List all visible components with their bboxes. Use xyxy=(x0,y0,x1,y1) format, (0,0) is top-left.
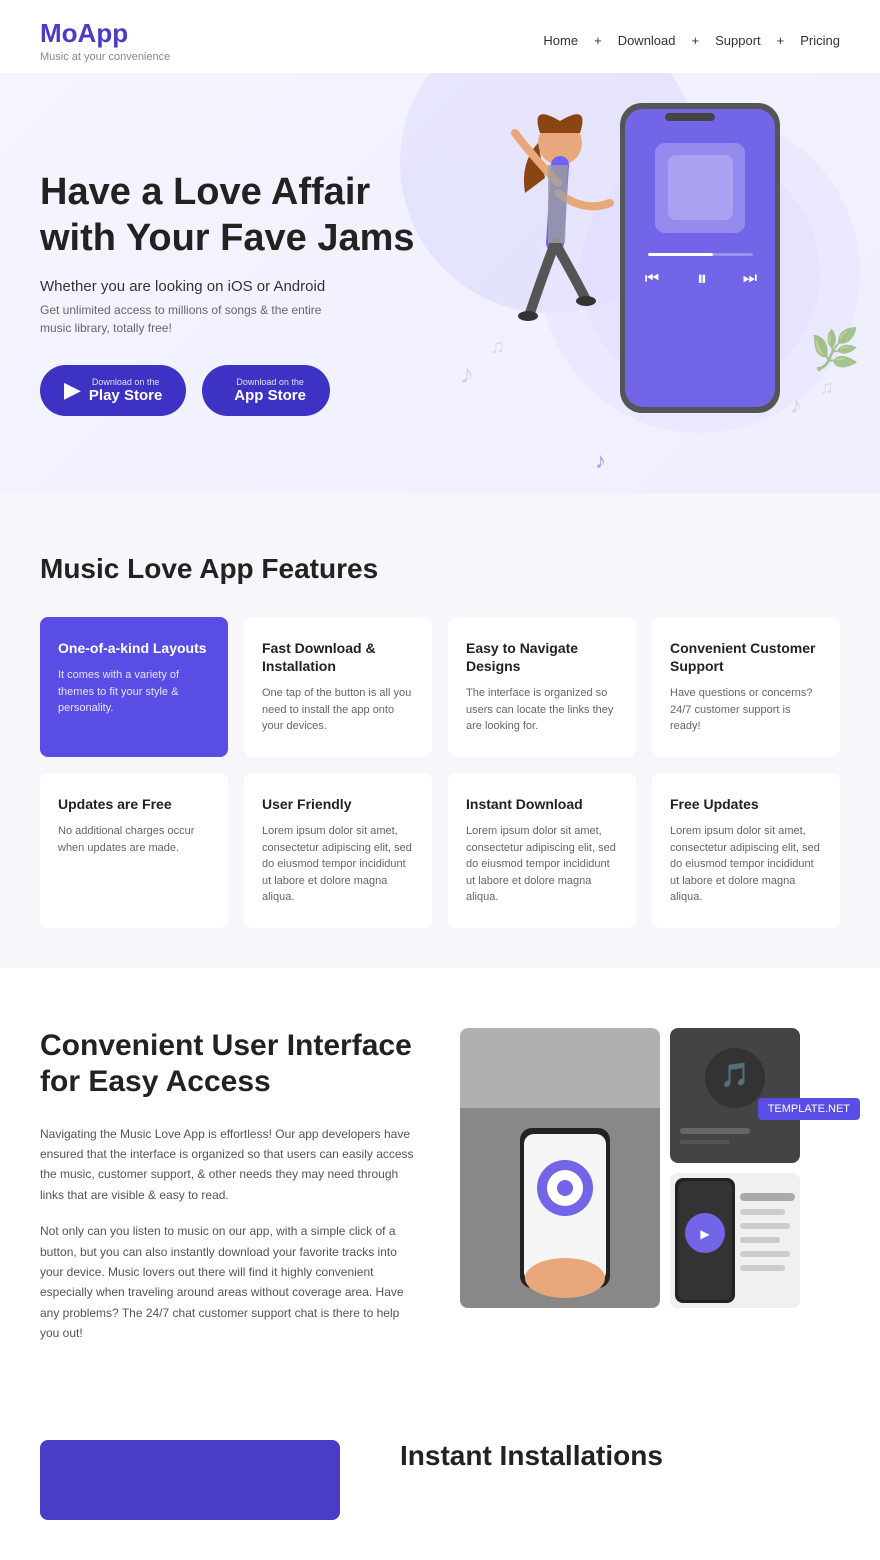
ui-image-small-2: ▶ xyxy=(670,1173,800,1308)
feature-card-title-7: Instant Download xyxy=(466,795,618,813)
nav-sep2: + xyxy=(692,33,700,48)
logo-tagline: Music at your convenience xyxy=(40,51,170,63)
hero-buttons: ▶ Download on the Play Store Download on… xyxy=(40,365,415,416)
features-section: Music Love App Features One-of-a-kind La… xyxy=(0,493,880,968)
feature-card-desc-3: The interface is organized so users can … xyxy=(466,685,618,735)
hero-subtitle: Whether you are looking on iOS or Androi… xyxy=(40,278,415,295)
feature-card-desc-7: Lorem ipsum dolor sit amet, consectetur … xyxy=(466,823,618,906)
features-row2: Updates are Free No additional charges o… xyxy=(40,773,840,928)
nav-sep3: + xyxy=(777,33,785,48)
feature-card-8: Free Updates Lorem ipsum dolor sit amet,… xyxy=(652,773,840,928)
template-badge: TEMPLATE.NET xyxy=(758,1098,860,1120)
ui-para1: Navigating the Music Love App is effortl… xyxy=(40,1124,420,1206)
svg-text:♪: ♪ xyxy=(595,448,606,473)
nav-pricing[interactable]: Pricing xyxy=(800,33,840,48)
ui-image-small-1: 🎵 xyxy=(670,1028,800,1163)
bottom-section: Instant Installations xyxy=(0,1420,880,1560)
hero-content: Have a Love Affair with Your Fave Jams W… xyxy=(40,170,415,415)
feature-card-1: One-of-a-kind Layouts It comes with a va… xyxy=(40,617,228,757)
feature-card-desc-1: It comes with a variety of themes to fit… xyxy=(58,667,210,717)
ui-title: Convenient User Interface for Easy Acces… xyxy=(40,1028,420,1100)
ui-content: Convenient User Interface for Easy Acces… xyxy=(40,1028,420,1360)
feature-card-3: Easy to Navigate Designs The interface i… xyxy=(448,617,636,757)
bottom-left xyxy=(40,1440,360,1520)
nav-sep1: + xyxy=(594,33,602,48)
svg-text:▶: ▶ xyxy=(700,1227,710,1241)
feature-card-title-1: One-of-a-kind Layouts xyxy=(58,639,210,657)
ui-section: Convenient User Interface for Easy Acces… xyxy=(0,968,880,1420)
ui-images-side: 🎵 ▶ xyxy=(670,1028,800,1308)
feature-card-title-8: Free Updates xyxy=(670,795,822,813)
hero-title: Have a Love Affair with Your Fave Jams xyxy=(40,170,415,261)
nav-download[interactable]: Download xyxy=(618,33,676,48)
hero-illustration: ⏮ ⏸ ⏭ ♪ ♫ ♪ ♫ xyxy=(380,73,880,493)
svg-text:♫: ♫ xyxy=(490,336,505,358)
hero-section: Have a Love Affair with Your Fave Jams W… xyxy=(0,73,880,493)
play-icon: ▶ xyxy=(64,377,81,403)
logo: MoApp Music at your convenience xyxy=(40,18,170,63)
feature-card-desc-6: Lorem ipsum dolor sit amet, consectetur … xyxy=(262,823,414,906)
feature-card-title-3: Easy to Navigate Designs xyxy=(466,639,618,675)
ui-image-main xyxy=(460,1028,660,1308)
nav-links: Home + Download + Support + Pricing xyxy=(543,33,840,48)
feature-card-desc-5: No additional charges occur when updates… xyxy=(58,823,210,856)
svg-text:⏭: ⏭ xyxy=(743,270,757,287)
svg-text:⏸: ⏸ xyxy=(697,268,707,290)
feature-card-desc-2: One tap of the button is all you need to… xyxy=(262,685,414,735)
feature-card-desc-4: Have questions or concerns? 24/7 custome… xyxy=(670,685,822,735)
feature-card-title-6: User Friendly xyxy=(262,795,414,813)
feature-card-title-4: Convenient Customer Support xyxy=(670,639,822,675)
nav-home[interactable]: Home xyxy=(543,33,578,48)
logo-text: MoApp xyxy=(40,18,170,49)
bottom-right: Instant Installations xyxy=(400,1440,840,1472)
svg-text:♪: ♪ xyxy=(790,392,802,419)
ui-images: 🎵 ▶ xyxy=(460,1028,840,1308)
app-store-button[interactable]: Download on the App Store xyxy=(202,365,330,416)
svg-text:🌿: 🌿 xyxy=(810,326,860,372)
svg-text:🎵: 🎵 xyxy=(720,1062,750,1089)
ui-para2: Not only can you listen to music on our … xyxy=(40,1221,420,1343)
feature-card-2: Fast Download & Installation One tap of … xyxy=(244,617,432,757)
nav-support[interactable]: Support xyxy=(715,33,761,48)
feature-card-4: Convenient Customer Support Have questio… xyxy=(652,617,840,757)
feature-card-title-5: Updates are Free xyxy=(58,795,210,813)
bottom-image xyxy=(40,1440,340,1520)
svg-text:♪: ♪ xyxy=(460,358,474,389)
features-row1: One-of-a-kind Layouts It comes with a va… xyxy=(40,617,840,757)
features-title: Music Love App Features xyxy=(40,553,840,585)
bottom-title: Instant Installations xyxy=(400,1440,840,1472)
feature-card-7: Instant Download Lorem ipsum dolor sit a… xyxy=(448,773,636,928)
hero-desc: Get unlimited access to millions of song… xyxy=(40,301,415,337)
svg-text:⏮: ⏮ xyxy=(645,270,659,287)
feature-card-desc-8: Lorem ipsum dolor sit amet, consectetur … xyxy=(670,823,822,906)
navigation: MoApp Music at your convenience Home + D… xyxy=(0,0,880,73)
feature-card-6: User Friendly Lorem ipsum dolor sit amet… xyxy=(244,773,432,928)
play-store-button[interactable]: ▶ Download on the Play Store xyxy=(40,365,186,416)
feature-card-5: Updates are Free No additional charges o… xyxy=(40,773,228,928)
feature-card-title-2: Fast Download & Installation xyxy=(262,639,414,675)
svg-text:♫: ♫ xyxy=(820,377,834,397)
